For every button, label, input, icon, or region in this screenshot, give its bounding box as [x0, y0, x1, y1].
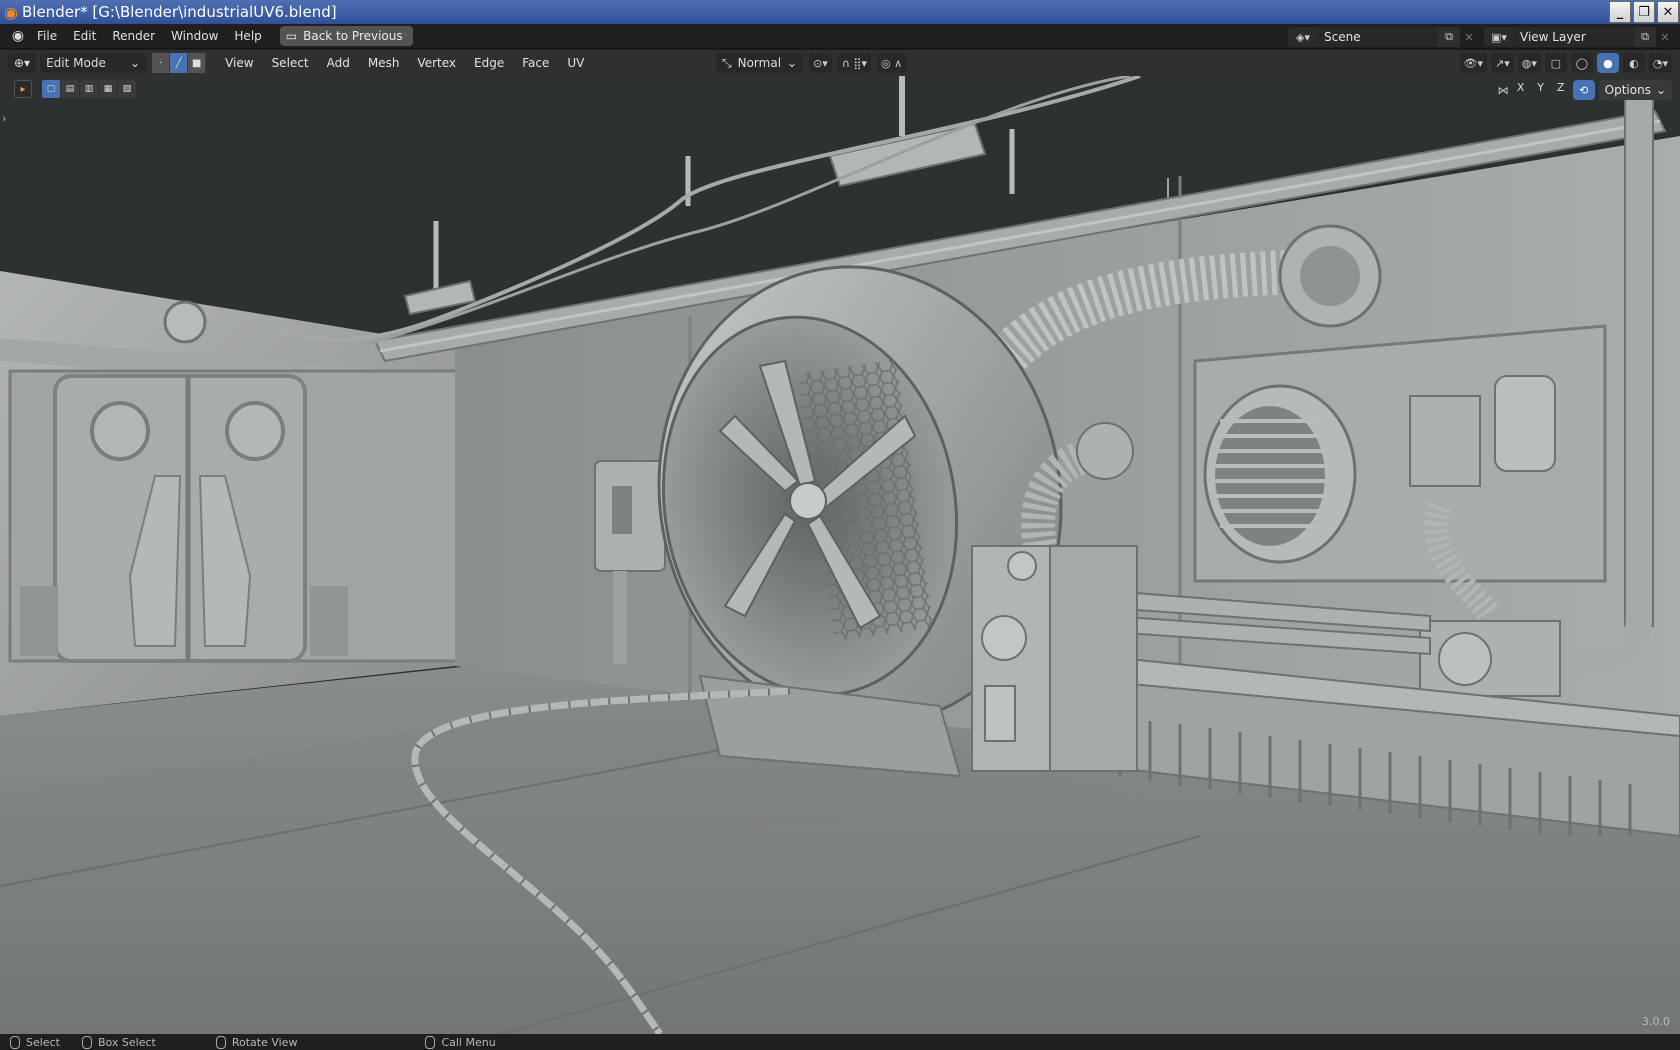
- status-call-menu: Call Menu: [425, 1035, 496, 1049]
- axis-y-toggle[interactable]: Y: [1533, 81, 1549, 99]
- menu-file[interactable]: File: [29, 29, 65, 43]
- close-button[interactable]: ✕: [1657, 1, 1679, 23]
- pivot-point-icon[interactable]: ⊙▾: [809, 53, 832, 73]
- transform-orientation-selector[interactable]: ⤡ Normal ⌄: [716, 53, 804, 73]
- 3d-viewport[interactable]: ▸ ▢ ▤ ▥ ▦ ▧ ⋈ X Y Z ⟲ Options ⌄ › 3.0.0: [0, 76, 1680, 1034]
- chevron-down-icon: ⌄: [130, 56, 141, 70]
- blender-menu-icon[interactable]: ◉: [7, 28, 29, 44]
- back-to-previous-button[interactable]: ▭ Back to Previous: [279, 26, 413, 46]
- tool-settings-icon[interactable]: ▸: [14, 80, 32, 98]
- left-mouse-drag-icon: [81, 1035, 92, 1049]
- back-to-previous-label: Back to Previous: [303, 29, 403, 43]
- select-difference-icon[interactable]: ▦: [99, 80, 117, 98]
- visibility-icon[interactable]: 👁▾: [1459, 53, 1487, 73]
- new-view-layer-icon[interactable]: ⧉: [1634, 27, 1656, 47]
- status-call-menu-label: Call Menu: [441, 1035, 496, 1049]
- viewport-axis-controls: ⋈ X Y Z ⟲ Options ⌄: [1498, 80, 1672, 100]
- status-select-label: Select: [26, 1035, 60, 1049]
- overlays-icon[interactable]: ◍▾: [1517, 53, 1541, 73]
- remove-view-layer-icon[interactable]: ✕: [1656, 31, 1674, 44]
- view-layer-icon[interactable]: ▣▾: [1484, 27, 1514, 47]
- menu-help[interactable]: Help: [226, 29, 269, 43]
- status-box-select-label: Box Select: [97, 1035, 156, 1049]
- left-mouse-icon: [10, 1035, 20, 1049]
- menu-vertex[interactable]: Vertex: [408, 56, 465, 70]
- viewport-tool-row: ▸ ▢ ▤ ▥ ▦ ▧: [14, 80, 136, 98]
- maximize-button[interactable]: ❐: [1633, 1, 1655, 23]
- select-extend-icon[interactable]: ▤: [61, 80, 79, 98]
- menu-face[interactable]: Face: [513, 56, 558, 70]
- xray-icon[interactable]: ▢: [1544, 53, 1567, 73]
- axis-x-toggle[interactable]: X: [1513, 81, 1529, 99]
- minimize-button[interactable]: _: [1609, 1, 1631, 23]
- snap-icon[interactable]: ∩ ⣿▾: [837, 53, 871, 73]
- status-box-select: Box Select: [81, 1035, 156, 1049]
- vertex-select-icon[interactable]: ·: [152, 53, 171, 73]
- chevron-down-icon: ⌄: [1655, 83, 1666, 97]
- select-new-icon[interactable]: ▢: [42, 80, 60, 98]
- right-mouse-icon: [425, 1035, 436, 1049]
- solid-shading-icon[interactable]: ●: [1596, 53, 1619, 73]
- options-dropdown[interactable]: Options ⌄: [1598, 80, 1672, 100]
- mirror-icon[interactable]: ⋈: [1498, 84, 1509, 97]
- new-scene-icon[interactable]: ⧉: [1438, 27, 1460, 47]
- remove-scene-icon[interactable]: ✕: [1460, 31, 1478, 44]
- menu-uv[interactable]: UV: [558, 56, 593, 70]
- menu-add[interactable]: Add: [318, 56, 359, 70]
- editor-type-icon: ⊕▾: [14, 56, 31, 70]
- auto-merge-icon[interactable]: ⟲: [1572, 80, 1595, 100]
- status-select: Select: [10, 1035, 60, 1049]
- menu-edge[interactable]: Edge: [465, 56, 513, 70]
- select-intersect-icon[interactable]: ▧: [118, 80, 136, 98]
- blender-version: 3.0.0: [1642, 1015, 1670, 1028]
- window-title: Blender* [G:\Blender\industrialUV6.blend…: [22, 3, 337, 21]
- toolbar-expand-icon[interactable]: ›: [2, 112, 6, 125]
- face-select-icon[interactable]: ■: [188, 53, 207, 73]
- proportional-edit-icon[interactable]: ◎ ∧: [876, 53, 907, 73]
- viewport-header: ⊕▾ Edit Mode ⌄ · ╱ ■ View Select Add Mes…: [0, 50, 1680, 76]
- menu-mesh[interactable]: Mesh: [359, 56, 409, 70]
- view-layer-name-field[interactable]: View Layer: [1514, 27, 1634, 47]
- menu-window[interactable]: Window: [163, 29, 226, 43]
- axis-z-toggle[interactable]: Z: [1553, 81, 1569, 99]
- scene-icon[interactable]: ◈▾: [1288, 27, 1318, 47]
- screen-icon: ▭: [285, 29, 298, 43]
- status-rotate-view-label: Rotate View: [231, 1035, 298, 1049]
- select-subtract-icon[interactable]: ▥: [80, 80, 98, 98]
- chevron-down-icon: ⌄: [787, 56, 798, 70]
- mode-label: Edit Mode: [46, 56, 106, 70]
- scene-name-field[interactable]: Scene: [1318, 27, 1438, 47]
- material-shading-icon[interactable]: ◐: [1622, 53, 1645, 73]
- gizmo-icon[interactable]: ↗▾: [1491, 53, 1514, 73]
- editor-type-selector[interactable]: ⊕▾: [8, 53, 37, 73]
- view-layer-selector[interactable]: ▣▾ View Layer ⧉ ✕: [1484, 27, 1674, 47]
- scene-render[interactable]: [0, 76, 1680, 1034]
- menu-render[interactable]: Render: [104, 29, 163, 43]
- select-mode-group: · ╱ ■: [152, 53, 207, 73]
- blender-logo-icon: ◉: [4, 2, 18, 22]
- selection-mode-group: ▢ ▤ ▥ ▦ ▧: [42, 80, 136, 98]
- window-controls: _ ❐ ✕: [1608, 0, 1680, 24]
- orientation-icon: ⤡: [722, 55, 732, 70]
- status-bar: Select Box Select Rotate View Call Menu: [0, 1034, 1680, 1050]
- window-titlebar: ◉ Blender* [G:\Blender\industrialUV6.ble…: [0, 0, 1680, 24]
- menu-edit[interactable]: Edit: [65, 29, 104, 43]
- menu-view[interactable]: View: [216, 56, 262, 70]
- rendered-shading-icon[interactable]: ◔▾: [1648, 53, 1672, 73]
- scene-selector[interactable]: ◈▾ Scene ⧉ ✕: [1288, 27, 1478, 47]
- orientation-label: Normal: [737, 56, 782, 70]
- middle-mouse-icon: [215, 1035, 226, 1049]
- mode-selector[interactable]: Edit Mode ⌄: [40, 53, 147, 73]
- status-rotate-view: Rotate View: [215, 1035, 298, 1049]
- top-menubar: ◉ File Edit Render Window Help ▭ Back to…: [0, 24, 1680, 49]
- edge-select-icon[interactable]: ╱: [170, 53, 189, 73]
- menu-select[interactable]: Select: [263, 56, 318, 70]
- wireframe-shading-icon[interactable]: ◯: [1570, 53, 1593, 73]
- options-label: Options: [1604, 83, 1651, 97]
